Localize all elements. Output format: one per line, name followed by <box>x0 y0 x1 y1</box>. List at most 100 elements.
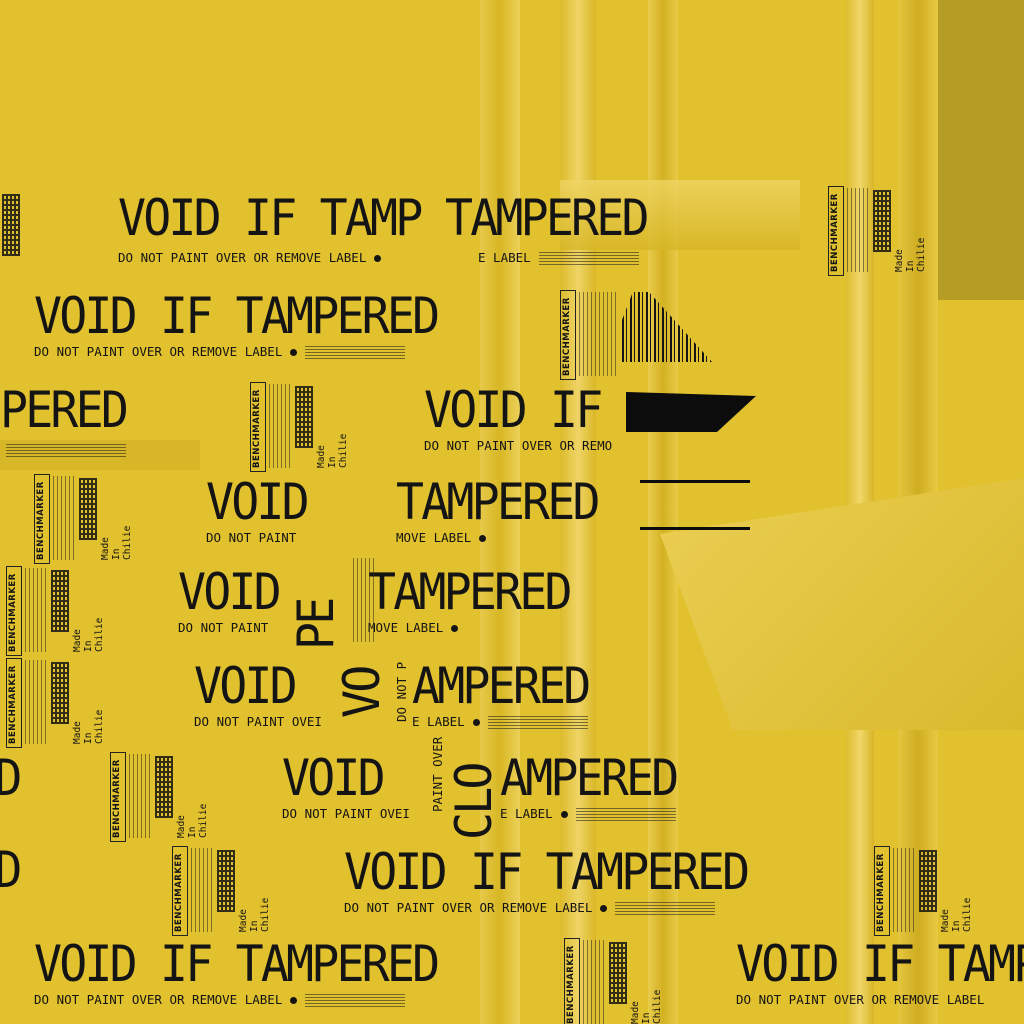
label-headline: TAMPERED <box>396 473 600 531</box>
label-headline: VOID IF TAMPERED <box>34 935 440 993</box>
tamper-label: AMPERED E LABEL <box>412 660 602 730</box>
brand-plate: BENCHMARKER Made In Chilie <box>34 474 133 564</box>
bullet-icon <box>472 719 480 726</box>
tamper-label: AMPERED E LABEL <box>500 752 690 822</box>
bullet-icon <box>560 811 568 818</box>
qr-code-icon <box>51 570 69 632</box>
brand-plate <box>334 556 414 646</box>
label-subline: MOVE LABEL <box>396 530 613 546</box>
fine-print <box>583 940 605 1024</box>
label-slice: VOID IF TAMPERED DO NOT PAINT OVER OR RE… <box>736 938 1024 1014</box>
bullet-icon <box>374 255 382 262</box>
label-headline: VOID <box>206 476 310 531</box>
fine-print <box>575 807 676 822</box>
fine-print <box>305 345 406 360</box>
fine-print <box>129 754 151 838</box>
made-in-text: Made In Chilie <box>72 617 105 652</box>
tamper-label: RED <box>0 844 25 896</box>
label-headline: CLO <box>445 764 503 840</box>
fine-print <box>579 292 619 376</box>
brand-name: BENCHMARKER <box>830 193 840 272</box>
qr-code-icon <box>79 478 97 540</box>
tamper-label: DO NOT PAINT OVER OR REMOVE LABEL <box>118 248 382 266</box>
brand-plate: BENCHMARKER Made In Chilie <box>564 938 663 1024</box>
brand-plate: BENCHMARKER Made In Chilie <box>828 186 927 276</box>
label-headline: RED <box>0 752 22 804</box>
made-in-text: Made In Chilie <box>316 433 349 468</box>
label-headline: VO <box>333 667 391 718</box>
label-headline: VOID <box>194 660 298 715</box>
label-headline: TAMPERED <box>445 189 649 247</box>
fine-print <box>353 558 375 642</box>
label-headline: AMPERED <box>500 749 679 807</box>
label-subline: E LABEL <box>478 250 639 266</box>
fine-print <box>847 188 869 272</box>
qr-code-icon <box>609 942 627 1004</box>
label-headline: AMPERED <box>412 657 591 715</box>
qr-code-icon <box>51 662 69 724</box>
made-in-text: Made In Chilie <box>100 525 133 560</box>
tamper-label: TAMPERED MOVE LABEL <box>396 476 613 546</box>
brand-name: BENCHMARKER <box>8 573 18 652</box>
fine-print <box>6 443 126 458</box>
fine-print <box>25 568 47 652</box>
tamper-label: VOID IF TAMPERED DO NOT PAINT OVER OR RE… <box>736 938 1024 1008</box>
bullet-icon <box>451 625 459 632</box>
label-subline: E LABEL <box>500 806 690 822</box>
brand-plate: BENCHMARKER Made In Chilie <box>250 382 349 472</box>
tamper-label: VOID DO NOT PAINT <box>178 566 286 636</box>
fine-print <box>615 901 716 916</box>
brand-name: BENCHMARKER <box>36 481 46 560</box>
label-slice: VOID DO NOT PAINT <box>206 476 312 552</box>
label-headline: PERED <box>0 381 129 439</box>
bullet-icon <box>290 997 298 1004</box>
label-slice: VOID DO NOT PAINT OVEI <box>282 752 418 828</box>
fine-print <box>305 993 406 1008</box>
tamper-label: VOID DO NOT PAINT OVEI <box>282 752 410 822</box>
tamper-label-rotated: VO <box>333 664 391 718</box>
fine-print <box>893 848 915 932</box>
made-in-text: Made In Chilie <box>894 237 927 272</box>
tamper-label: PERED <box>0 384 136 436</box>
brand-name: BENCHMARKER <box>112 759 122 838</box>
bullet-icon <box>600 905 608 912</box>
label-headline: VOID <box>282 752 386 807</box>
label-subline: DO NOT PAINT OVER OR REMOVE LABEL <box>118 250 382 266</box>
brand-name: BENCHMARKER <box>252 389 262 468</box>
fine-print <box>191 848 213 932</box>
tamper-label: RED <box>0 752 25 804</box>
tamper-label: TAMPERED <box>445 192 662 244</box>
label-headline: RED <box>0 844 22 896</box>
label-headline: VOID IF TAMPERED <box>344 843 750 901</box>
qr-code-icon <box>919 850 937 912</box>
label-subline: DO NOT PAINT OVER OR REMOVE LABEL <box>34 992 468 1008</box>
brand-plate: BENCHMARKER Made In Chilie <box>172 846 271 936</box>
bullet-icon <box>479 535 487 542</box>
made-in-text: Made In Chilie <box>238 897 271 932</box>
label-subline: DO NOT PAINT OVER OR REMOVE LABEL <box>34 344 468 360</box>
brand-name: BENCHMARKER <box>8 665 18 744</box>
made-in-text: Made In Chilie <box>72 709 105 744</box>
qr-code-icon <box>155 756 173 818</box>
label-headline: VOID IF TAMP <box>118 189 423 247</box>
qr-code-icon <box>2 194 20 256</box>
tamper-label: VOID DO NOT PAINT OVEI <box>194 660 322 730</box>
label-texture-canvas: VOID IF TAMP TAMPERED DO NOT PAINT OVER … <box>0 0 1024 1024</box>
brand-name: BENCHMARKER <box>174 853 184 932</box>
shade-panel <box>938 0 1024 300</box>
brand-plate: BENCHMARKER Made In Chilie <box>6 658 105 748</box>
label-subline: DO NOT PAINT <box>178 620 269 635</box>
label-headline: VOID <box>178 566 282 621</box>
label-headline: VOID IF <box>424 381 603 439</box>
tamper-label-rotated: PAINT OVER <box>428 737 446 812</box>
qr-code-icon <box>873 190 891 252</box>
label-subline: DO NOT PAINT OVER OR REMO <box>424 438 613 453</box>
label-subline: DO NOT PAINT OVER OR REMOVE LABEL <box>344 900 778 916</box>
brand-plate: BENCHMARKER Made In Chilie <box>6 566 105 656</box>
black-shard <box>626 392 756 432</box>
qr-code-icon <box>217 850 235 912</box>
brand-name: BENCHMARKER <box>566 945 576 1024</box>
tamper-label: VOID IF DO NOT PAINT OVER OR REMO <box>424 384 614 454</box>
qr-code-icon <box>295 386 313 448</box>
label-headline: VOID IF TAMPERED <box>34 287 440 345</box>
